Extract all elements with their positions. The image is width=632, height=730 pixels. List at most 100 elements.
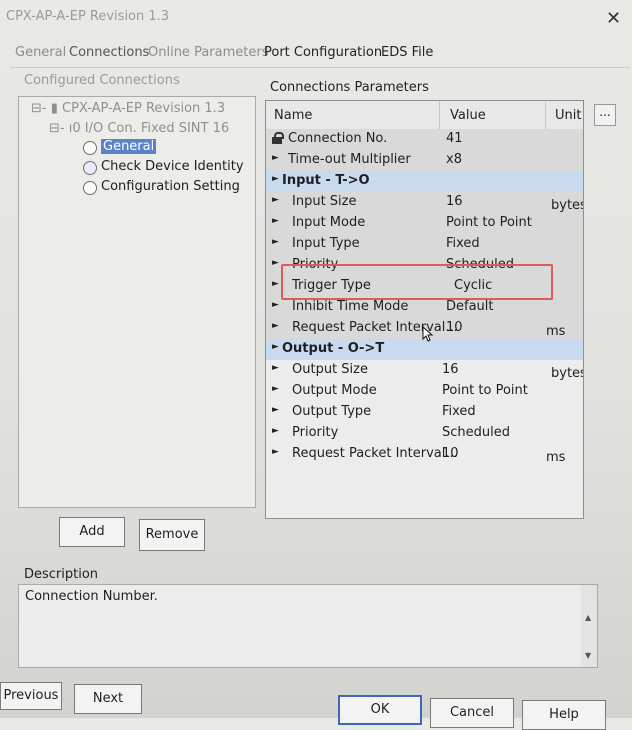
radio-icon[interactable] [83, 141, 97, 155]
tab-general[interactable]: General [15, 45, 66, 60]
parameter-unit: ms [546, 450, 566, 465]
connection-icon: ı0 [68, 121, 81, 136]
parameter-value[interactable]: Scheduled [442, 425, 510, 440]
parameter-row[interactable]: ► Output Type Fixed [266, 402, 583, 423]
tree-item-configuration-setting[interactable]: Configuration Setting [101, 179, 240, 194]
expand-arrow-icon[interactable]: ► [272, 195, 279, 205]
parameter-value[interactable]: Default [446, 299, 494, 314]
close-icon[interactable]: ✕ [606, 10, 621, 28]
expand-arrow-icon[interactable]: ► [272, 300, 279, 310]
parameter-row[interactable]: ► Output Size 16 bytes [266, 360, 583, 381]
parameter-row[interactable]: ► Input Size 16 bytes [266, 192, 583, 213]
column-name-header[interactable]: Name [274, 108, 312, 123]
scroll-up-icon[interactable]: ▲ [585, 613, 591, 622]
parameter-value[interactable]: 10 [442, 446, 459, 461]
remove-button[interactable]: Remove [139, 519, 205, 551]
parameter-value[interactable]: Fixed [442, 404, 476, 419]
tree-item-general[interactable]: General [101, 139, 157, 154]
tree-item-label: General [101, 139, 157, 154]
description-text: Connection Number. [25, 589, 158, 604]
next-button[interactable]: Next [74, 684, 142, 714]
parameter-value[interactable]: 16 [446, 194, 463, 209]
expand-arrow-icon[interactable]: ► [272, 321, 279, 331]
parameter-row[interactable]: ► Priority Scheduled [266, 423, 583, 444]
parameter-name: Request Packet Interval... [292, 446, 458, 461]
parameter-value[interactable]: x8 [446, 152, 462, 167]
grid-header: Name Value Unit [266, 101, 583, 130]
parameter-value[interactable]: Point to Point [446, 215, 532, 230]
parameter-row[interactable]: ► Inhibit Time Mode Default [266, 297, 583, 318]
expand-arrow-icon[interactable]: ► [272, 174, 279, 184]
tree-item-check-device-identity[interactable]: Check Device Identity [101, 159, 244, 174]
parameters-grid[interactable]: Name Value Unit Connection No. 41 ► Time-ou… [265, 100, 584, 519]
parameter-name: Output Size [292, 362, 368, 377]
parameter-row[interactable]: ► Output Mode Point to Point [266, 381, 583, 402]
tab-online-parameters[interactable]: Online Parameters [148, 45, 268, 60]
expand-arrow-icon[interactable]: ► [272, 153, 279, 163]
previous-button[interactable]: Previous [0, 682, 62, 710]
connections-tree[interactable]: ⊟- ▮ CPX-AP-A-EP Revision 1.3 ⊟- ı0 I/O … [18, 96, 256, 508]
parameter-unit: ms [546, 324, 566, 339]
parameter-name: Output Mode [292, 383, 377, 398]
trigger-type-highlight-box [281, 264, 553, 300]
parameter-name: Input - T->O [282, 173, 370, 188]
expand-arrow-icon[interactable]: ► [272, 363, 279, 373]
expand-arrow-icon[interactable]: ► [272, 258, 279, 268]
parameter-name: Input Size [292, 194, 357, 209]
description-label: Description [24, 567, 99, 582]
expand-arrow-icon[interactable]: ► [272, 447, 279, 457]
tab-eds-file[interactable]: EDS File [381, 45, 433, 60]
ok-button[interactable]: OK [338, 695, 422, 725]
scroll-down-icon[interactable]: ▼ [585, 651, 591, 660]
parameter-name: Inhibit Time Mode [292, 299, 409, 314]
parameter-value[interactable]: 10 [446, 320, 463, 335]
description-box[interactable]: Connection Number. ▲ ▼ [18, 584, 598, 668]
parameter-name: Priority [292, 425, 339, 440]
parameter-unit: bytes [551, 366, 584, 381]
column-value-header[interactable]: Value [450, 108, 486, 123]
parameter-value[interactable]: Fixed [446, 236, 480, 251]
parameter-name: Time-out Multiplier [288, 152, 411, 167]
help-button[interactable]: Help [522, 700, 606, 730]
parameter-row[interactable]: ► Time-out Multiplier x8 [266, 150, 583, 171]
parameter-value[interactable]: Point to Point [442, 383, 528, 398]
device-icon: ▮ [50, 101, 58, 116]
lock-icon [272, 132, 284, 144]
column-unit-header[interactable]: Unit [555, 108, 581, 123]
expand-arrow-icon[interactable]: ► [272, 216, 279, 226]
parameter-row[interactable]: Connection No. 41 [266, 129, 583, 150]
cancel-button[interactable]: Cancel [430, 698, 514, 728]
parameter-unit: bytes [551, 198, 584, 213]
parameter-row[interactable]: ► Request Packet Interval... 10 ms [266, 444, 583, 465]
expand-arrow-icon[interactable]: ► [272, 279, 279, 289]
tab-connections[interactable]: Connections [69, 45, 149, 60]
tree-connection[interactable]: ⊟- ı0 I/O Con. Fixed SINT 16 [49, 121, 229, 136]
expand-arrow-icon[interactable]: ► [272, 342, 279, 352]
tree-root-label: CPX-AP-A-EP Revision 1.3 [62, 101, 226, 116]
expand-arrow-icon[interactable]: ► [272, 384, 279, 394]
radio-icon[interactable] [83, 181, 97, 195]
parameter-row[interactable]: ► Input Mode Point to Point [266, 213, 583, 234]
parameter-value[interactable]: 41 [446, 131, 463, 146]
group-row[interactable]: ► Output - O->T [266, 339, 583, 360]
radio-icon[interactable] [83, 161, 97, 175]
expand-arrow-icon[interactable]: ► [272, 405, 279, 415]
parameter-name: Output - O->T [282, 341, 385, 356]
parameter-row[interactable]: ► Input Type Fixed [266, 234, 583, 255]
add-button[interactable]: Add [59, 517, 125, 547]
more-options-button[interactable]: ... [594, 104, 616, 126]
parameter-value[interactable]: 16 [442, 362, 459, 377]
group-row[interactable]: ► Input - T->O [266, 171, 583, 192]
expand-arrow-icon[interactable]: ► [272, 426, 279, 436]
tab-port-configuration[interactable]: Port Configuration [264, 45, 382, 60]
window-title: CPX-AP-A-EP Revision 1.3 [6, 9, 170, 24]
expand-arrow-icon[interactable]: ► [272, 237, 279, 247]
tree-root[interactable]: ⊟- ▮ CPX-AP-A-EP Revision 1.3 [31, 101, 225, 116]
column-divider [439, 101, 440, 129]
collapse-icon[interactable]: ⊟- [49, 121, 65, 136]
tree-connection-label: I/O Con. Fixed SINT 16 [84, 121, 230, 136]
description-scrollbar[interactable]: ▲ ▼ [581, 585, 597, 667]
parameter-name: Input Type [292, 236, 360, 251]
collapse-icon[interactable]: ⊟- [31, 101, 47, 116]
tab-divider [10, 67, 630, 68]
